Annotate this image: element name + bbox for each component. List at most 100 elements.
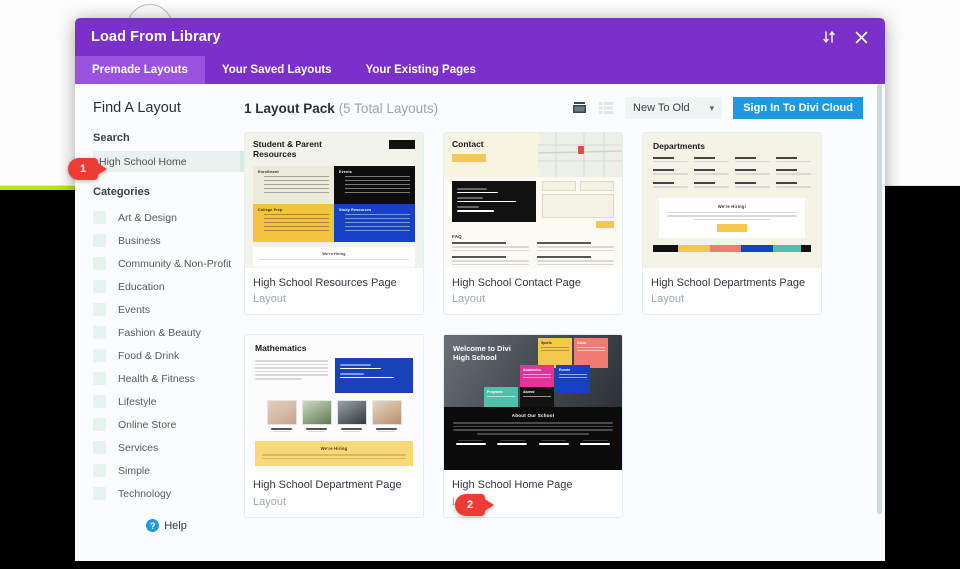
category-online-store[interactable]: Online Store (93, 413, 240, 436)
thumb-block-label: Events (339, 169, 352, 174)
card-high-school-department-page[interactable]: Mathematics We're Hiring High School Dep… (244, 334, 424, 518)
category-services[interactable]: Services (93, 436, 240, 459)
close-icon[interactable] (853, 29, 869, 45)
card-high-school-home-page[interactable]: Welcome to Divi High School Sports Clubs… (443, 334, 623, 518)
annotation-marker-1: 1 (68, 158, 98, 180)
chevron-down-icon: ▾ (709, 102, 715, 113)
thumb-heading: Contact (452, 139, 484, 149)
card-meta: High School Contact Page Layout (444, 268, 622, 314)
sort-value: New To Old (633, 102, 690, 114)
card-title: High School Resources Page (253, 277, 397, 289)
search-input[interactable] (93, 151, 240, 172)
thumb-map (538, 133, 622, 177)
thumb-team-row (255, 400, 413, 433)
thumb-info-block (452, 181, 536, 222)
thumb-button (452, 153, 486, 162)
category-simple[interactable]: Simple (93, 459, 240, 482)
thumb-faq: FAQ (444, 232, 622, 268)
category-fashion-beauty[interactable]: Fashion & Beauty (93, 321, 240, 344)
card-meta: High School Department Page Layout (245, 470, 423, 516)
category-label: Education (118, 280, 165, 293)
category-label: Fashion & Beauty (118, 326, 201, 339)
card-meta: High School Departments Page Layout (643, 268, 821, 314)
category-business[interactable]: Business (93, 229, 240, 252)
load-from-library-modal: Load From Library Premade Layouts Your S… (75, 18, 885, 561)
card-thumbnail: Departments We're Hiring! (643, 133, 821, 268)
modal-tabs: Premade Layouts Your Saved Layouts Your … (75, 56, 885, 84)
results-count-primary: 1 Layout Pack (244, 100, 335, 116)
scrollbar-thumb[interactable] (877, 84, 882, 514)
list-view-icon[interactable] (598, 100, 614, 116)
checkbox-icon[interactable] (93, 280, 106, 293)
checkbox-icon[interactable] (93, 349, 106, 362)
checkbox-icon[interactable] (93, 326, 106, 339)
modal-header-actions (821, 29, 869, 45)
thumb-hiring-block: We're Hiring! (659, 197, 805, 239)
thumb-about-section: About Our School (444, 407, 622, 453)
checkbox-icon[interactable] (93, 372, 106, 385)
checkbox-icon[interactable] (93, 441, 106, 454)
categories-label: Categories (93, 186, 150, 198)
card-subtitle: Layout (651, 293, 685, 306)
checkbox-icon[interactable] (93, 303, 106, 316)
thumb-department-grid (653, 156, 811, 190)
category-label: Events (118, 303, 151, 316)
category-label: Lifestyle (118, 395, 157, 408)
sidebar-heading: Find A Layout (93, 100, 181, 116)
content-toolbar: 1 Layout Pack (5 Total Layouts) New To O… (240, 84, 863, 132)
sign-in-divi-cloud-button[interactable]: Sign In To Divi Cloud (733, 97, 863, 119)
category-label: Services (118, 441, 159, 454)
checkbox-icon[interactable] (93, 257, 106, 270)
checkbox-icon[interactable] (93, 234, 106, 247)
category-label: Community & Non-Profit (118, 257, 232, 270)
checkbox-icon[interactable] (93, 211, 106, 224)
sort-dropdown[interactable]: New To Old ▾ (625, 97, 723, 119)
card-subtitle: Layout (452, 293, 486, 306)
thumb-heading: Student & Parent Resources (253, 139, 322, 159)
checkbox-icon[interactable] (93, 395, 106, 408)
category-lifestyle[interactable]: Lifestyle (93, 390, 240, 413)
thumb-footer-label: We're Hiring (322, 251, 346, 256)
category-health-fitness[interactable]: Health & Fitness (93, 367, 240, 390)
results-count: 1 Layout Pack (5 Total Layouts) (244, 101, 438, 116)
thumb-badge (389, 140, 415, 149)
tab-your-existing-pages[interactable]: Your Existing Pages (349, 56, 493, 84)
category-technology[interactable]: Technology (93, 482, 240, 505)
layouts-content: 1 Layout Pack (5 Total Layouts) New To O… (240, 84, 885, 561)
card-high-school-resources-page[interactable]: Student & Parent Resources Enrollment Ev… (244, 132, 424, 316)
content-scrollbar[interactable] (877, 84, 882, 561)
thumb-heading: Mathematics (255, 343, 307, 354)
checkbox-icon[interactable] (93, 464, 106, 477)
card-title: High School Contact Page (452, 277, 582, 289)
thumb-block-label: College Prep (258, 207, 283, 212)
card-thumbnail: Welcome to Divi High School Sports Clubs… (444, 335, 622, 471)
card-high-school-departments-page[interactable]: Departments We're Hiring! High School De… (642, 132, 822, 316)
toolbar-right: New To Old ▾ Sign In To Divi Cloud (571, 97, 863, 119)
help-icon: ? (146, 519, 160, 532)
tab-premade-layouts[interactable]: Premade Layouts (75, 56, 205, 84)
category-community-non-profit[interactable]: Community & Non-Profit (93, 252, 240, 275)
category-education[interactable]: Education (93, 275, 240, 298)
tab-your-saved-layouts[interactable]: Your Saved Layouts (205, 56, 349, 84)
thumb-footer-label: We're Hiring! (717, 203, 747, 209)
card-high-school-contact-page[interactable]: Contact FAQ High School Contact Page Lay… (443, 132, 623, 316)
category-events[interactable]: Events (93, 298, 240, 321)
modal-title: Load From Library (91, 29, 221, 45)
sort-toggle-icon[interactable] (821, 29, 837, 45)
category-art-design[interactable]: Art & Design (93, 206, 240, 229)
thumb-form (542, 181, 614, 228)
category-label: Business (118, 234, 161, 247)
layout-card-grid: Student & Parent Resources Enrollment Ev… (240, 132, 863, 518)
thumb-section-label: About Our School (511, 413, 555, 419)
category-food-drink[interactable]: Food & Drink (93, 344, 240, 367)
pack-view-icon[interactable] (571, 100, 587, 116)
category-label: Health & Fitness (118, 372, 196, 385)
thumb-hiring-banner: We're Hiring (255, 441, 413, 467)
checkbox-icon[interactable] (93, 418, 106, 431)
search-row: + Filter (93, 151, 287, 172)
card-thumbnail: Mathematics We're Hiring (245, 335, 423, 471)
checkbox-icon[interactable] (93, 487, 106, 500)
card-thumbnail: Contact FAQ (444, 133, 622, 268)
help-button[interactable]: ? Help (93, 519, 240, 532)
card-title: High School Departments Page (651, 277, 806, 289)
